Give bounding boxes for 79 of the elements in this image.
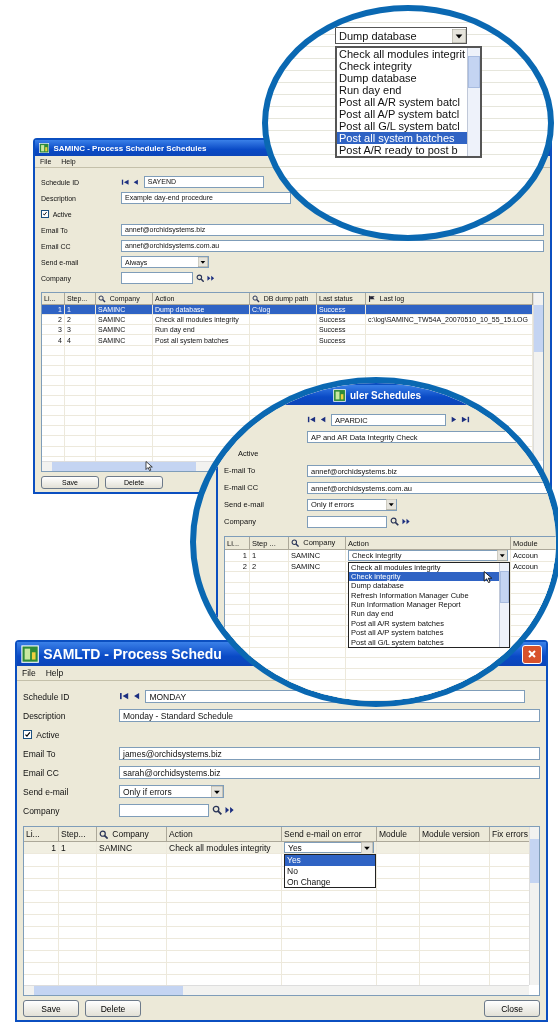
list-option[interactable]: Post all G/L system batcl <box>337 120 467 132</box>
input-field[interactable]: Monday - Standard Schedule <box>119 708 540 723</box>
app-icon <box>21 644 40 664</box>
list-option[interactable]: Yes <box>285 855 375 867</box>
input-field[interactable]: sarah@orchidsystems.biz <box>119 765 540 780</box>
button[interactable]: Delete <box>85 1000 141 1017</box>
menu-item[interactable]: File <box>22 668 36 678</box>
field-label: Email To <box>23 748 56 759</box>
caret-icon[interactable] <box>452 28 466 43</box>
window-title: SAMLTD - Process Schedu <box>43 646 222 662</box>
search-icon[interactable] <box>390 517 399 526</box>
checkbox[interactable] <box>23 729 33 740</box>
list-option[interactable]: Post A/R ready to post b <box>337 144 467 156</box>
double-arrow-icon[interactable] <box>225 805 236 816</box>
list-option[interactable]: On Change <box>285 876 375 888</box>
column-header[interactable]: Company <box>96 827 167 842</box>
back-arrow-icon[interactable] <box>132 177 141 187</box>
forward-arrow-icon[interactable] <box>449 415 458 424</box>
field-label: Description <box>23 710 66 721</box>
search-icon[interactable] <box>196 273 205 283</box>
window-title: SAMINC - Process Scheduler Schedules <box>53 143 207 153</box>
search-icon[interactable] <box>252 294 260 303</box>
horizontal-scrollbar[interactable] <box>24 985 529 995</box>
dropdown-list[interactable]: Yes No On Change <box>284 854 376 889</box>
column-header[interactable]: Li... <box>24 827 59 842</box>
skip-to-end-icon[interactable] <box>461 415 470 424</box>
dropdown-list[interactable] <box>348 561 510 648</box>
search-icon[interactable] <box>99 829 109 839</box>
window-title: uler Schedules <box>350 389 422 401</box>
input-field[interactable] <box>119 803 209 818</box>
double-arrow-icon[interactable] <box>207 273 216 283</box>
dropdown-list[interactable]: Check all modules integrit Check integrity Dump database Run day end Post all A/R system batcl Post all A/P system batcl Post all G/L system batcl Post all system batches Post A/R ready to post b <box>335 46 482 158</box>
field-label: Schedule ID <box>23 691 70 702</box>
double-arrow-icon[interactable] <box>402 517 411 526</box>
list-option[interactable]: Run day end <box>337 84 467 96</box>
search-icon[interactable] <box>98 294 106 303</box>
list-option[interactable]: Post all A/R system batcl <box>337 96 467 108</box>
list-option[interactable]: Check all modules integrit <box>337 48 467 60</box>
column-header[interactable]: Fix errors <box>489 827 529 842</box>
dropdown[interactable]: Only if errors <box>119 784 224 799</box>
column-header[interactable]: Module version <box>419 827 490 842</box>
input-field[interactable]: james@orchidsystems.biz <box>119 746 540 761</box>
back-arrow-icon[interactable] <box>319 415 328 424</box>
caret-icon[interactable] <box>385 499 396 510</box>
checkbox[interactable] <box>41 210 49 218</box>
checkbox-label: Active <box>36 729 60 740</box>
button[interactable]: Close <box>484 1000 540 1017</box>
vertical-scrollbar[interactable] <box>466 48 480 156</box>
dropdown[interactable]: Dump database <box>335 27 467 44</box>
caret-icon[interactable] <box>198 257 208 267</box>
app-icon <box>333 388 346 402</box>
vertical-scrollbar[interactable] <box>529 827 539 985</box>
button[interactable]: Save <box>23 1000 79 1017</box>
list-option[interactable]: Dump database <box>337 72 467 84</box>
field-label: Email CC <box>23 767 59 778</box>
menu-item[interactable]: Help <box>45 668 64 678</box>
app-icon <box>39 142 50 154</box>
search-icon[interactable] <box>212 805 223 816</box>
column-header[interactable]: Send e-mail on error <box>281 827 377 842</box>
skip-to-start-icon[interactable] <box>119 691 130 702</box>
vertical-scrollbar[interactable] <box>533 293 543 461</box>
flag-icon <box>368 294 376 303</box>
list-option[interactable]: Post all A/P system batcl <box>337 108 467 120</box>
list-option[interactable]: Check integrity <box>337 60 467 72</box>
field-label: Send e-mail <box>23 786 69 797</box>
caret-icon[interactable] <box>211 785 223 798</box>
skip-to-start-icon[interactable] <box>307 415 316 424</box>
column-header[interactable]: Action <box>166 827 282 842</box>
search-icon[interactable] <box>291 539 300 548</box>
caret-icon[interactable] <box>496 550 507 561</box>
input-field[interactable] <box>307 515 387 528</box>
field-label: Company <box>23 805 60 816</box>
list-option[interactable]: No <box>285 866 375 877</box>
column-header[interactable]: Step... <box>58 827 97 842</box>
input-field[interactable] <box>121 272 193 284</box>
vertical-scrollbar[interactable] <box>499 562 509 647</box>
list-option[interactable]: Post all system batches <box>337 132 467 144</box>
column-header[interactable]: Module <box>376 827 420 842</box>
skip-to-start-icon[interactable] <box>121 177 130 187</box>
